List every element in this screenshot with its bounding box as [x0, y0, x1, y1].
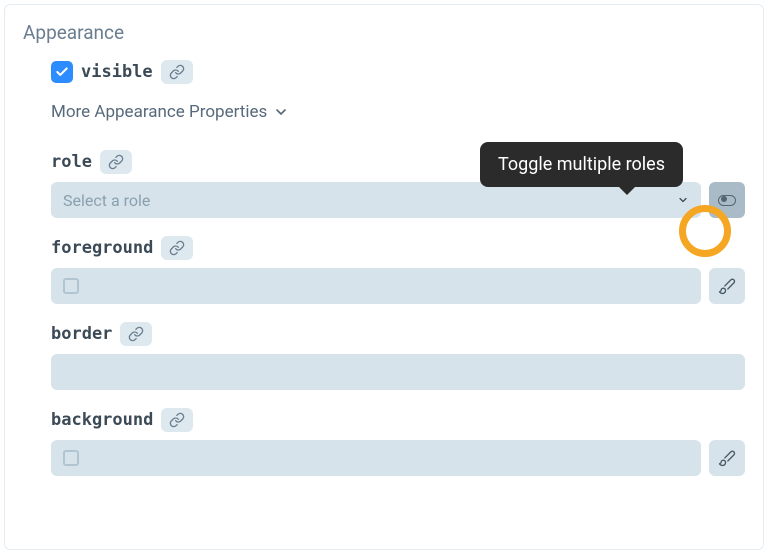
toggle-icon — [718, 195, 736, 206]
background-input-line — [51, 440, 745, 476]
link-icon — [108, 154, 124, 170]
brush-icon — [718, 277, 736, 295]
check-icon — [55, 65, 69, 79]
link-icon — [169, 412, 185, 428]
border-label-line: border — [51, 322, 745, 346]
border-link-button[interactable] — [120, 322, 152, 346]
visible-label-line: visible — [51, 60, 745, 84]
foreground-input[interactable] — [51, 268, 701, 304]
foreground-label: foreground — [51, 238, 153, 258]
toggle-multiple-roles-button[interactable] — [709, 182, 745, 218]
more-appearance-label: More Appearance Properties — [51, 102, 267, 122]
chevron-down-icon — [273, 104, 289, 120]
background-input[interactable] — [51, 440, 701, 476]
border-input-line — [51, 354, 745, 390]
background-link-button[interactable] — [161, 408, 193, 432]
appearance-panel: Appearance visible More Appearance Prope… — [4, 4, 764, 550]
role-link-button[interactable] — [100, 150, 132, 174]
background-picker-button[interactable] — [709, 440, 745, 476]
foreground-picker-button[interactable] — [709, 268, 745, 304]
foreground-link-button[interactable] — [161, 236, 193, 260]
more-appearance-toggle[interactable]: More Appearance Properties — [51, 102, 745, 122]
link-icon — [169, 240, 185, 256]
chevron-down-icon — [677, 194, 689, 206]
role-select[interactable]: Select a role — [51, 182, 701, 218]
role-placeholder: Select a role — [63, 191, 150, 210]
border-input[interactable] — [51, 354, 745, 390]
prop-background: background — [23, 408, 745, 476]
visible-checkbox[interactable] — [51, 61, 73, 83]
role-input-line: Select a role — [51, 182, 745, 218]
prop-foreground: foreground — [23, 236, 745, 304]
color-swatch-icon — [63, 278, 79, 294]
tooltip: Toggle multiple roles — [480, 142, 683, 187]
prop-border: border — [23, 322, 745, 390]
background-label-line: background — [51, 408, 745, 432]
section-title: Appearance — [23, 21, 745, 44]
color-swatch-icon — [63, 450, 79, 466]
role-label: role — [51, 152, 92, 172]
border-label: border — [51, 324, 112, 344]
link-icon — [169, 64, 185, 80]
background-label: background — [51, 410, 153, 430]
foreground-label-line: foreground — [51, 236, 745, 260]
foreground-input-line — [51, 268, 745, 304]
link-icon — [128, 326, 144, 342]
prop-visible: visible — [23, 60, 745, 84]
visible-label: visible — [81, 62, 153, 82]
visible-link-button[interactable] — [161, 60, 193, 84]
brush-icon — [718, 449, 736, 467]
